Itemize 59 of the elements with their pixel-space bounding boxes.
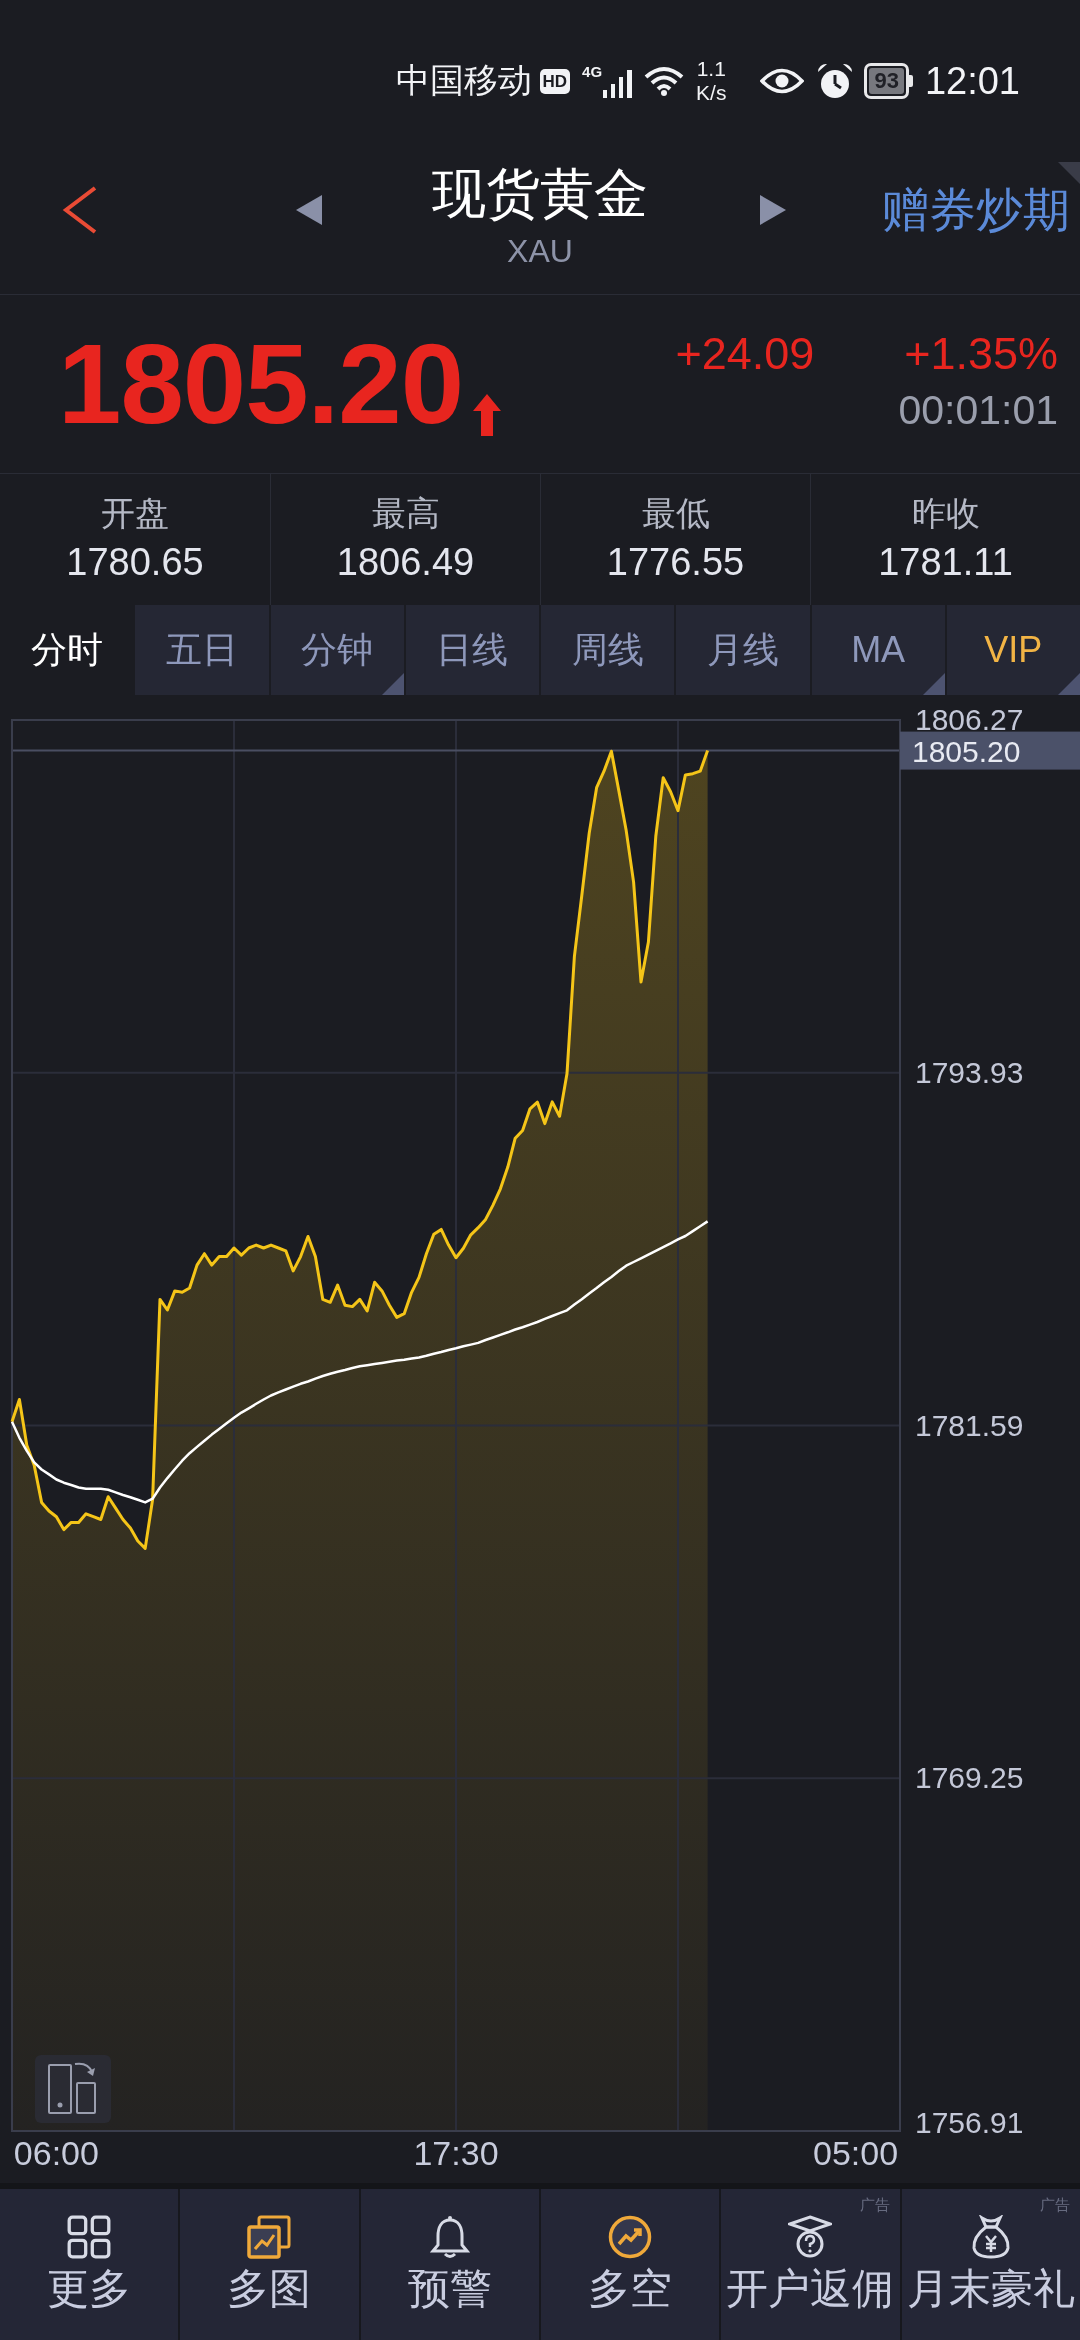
back-icon[interactable] <box>62 185 98 235</box>
stat-label: 昨收 <box>911 493 980 535</box>
stat-value: 1776.55 <box>606 540 745 586</box>
price-change: +24.09 <box>675 327 815 380</box>
stacked-charts-icon <box>247 2215 292 2260</box>
stat-value: 1781.11 <box>878 540 1013 586</box>
wifi-icon <box>644 66 685 96</box>
y-axis-label: 1769.25 <box>915 1761 1024 1795</box>
percent-change: +1.35% <box>904 327 1058 380</box>
chart-tab[interactable]: MA <box>811 605 945 695</box>
symbol-code: XAU <box>507 232 573 271</box>
chart-tab[interactable]: 日线 <box>405 605 539 695</box>
nav-button[interactable]: 更多 <box>0 2189 179 2340</box>
alarm-clock-icon <box>816 62 855 100</box>
speed-unit: K/s <box>696 81 727 105</box>
nav-button[interactable]: 多空 <box>541 2189 720 2340</box>
x-axis-label: 06:00 <box>13 2134 99 2172</box>
stat-label: 开盘 <box>101 493 169 535</box>
nav-button[interactable]: 预警 <box>360 2189 539 2340</box>
rotate-screen-icon[interactable] <box>35 2055 111 2123</box>
battery-indicator: 93 <box>864 63 913 99</box>
y-axis-label: 1756.91 <box>915 2106 1024 2139</box>
left-triangle-icon[interactable] <box>296 195 322 225</box>
cap-question-icon <box>788 2215 833 2260</box>
stat-value: 1806.49 <box>336 540 475 586</box>
y-axis-label: 1781.59 <box>915 1408 1024 1442</box>
hd-badge: HD <box>539 68 571 94</box>
stat-label: 最低 <box>641 493 710 535</box>
stat-label: 最高 <box>371 493 440 535</box>
current-price: 1805.20 <box>58 327 464 441</box>
chart-tab[interactable]: 月线 <box>676 605 810 695</box>
eye-icon <box>760 66 805 96</box>
corner-tag-icon <box>1058 162 1080 184</box>
y-axis-label: 1793.93 <box>915 1055 1024 1089</box>
chart-tab[interactable]: 分钟 <box>270 605 404 695</box>
current-price-tag: 1805.20 <box>900 731 1080 770</box>
signal-icon <box>603 70 633 98</box>
network-speed: 1.1 <box>696 57 726 81</box>
carrier-name: 中国移动 <box>395 60 532 101</box>
x-axis-label: 17:30 <box>413 2134 499 2172</box>
chart-tab[interactable]: 周线 <box>541 605 675 695</box>
ad-tag: 广告 <box>859 2197 890 2212</box>
ref-line-label: 1805.20 <box>912 734 1021 768</box>
trend-circle-icon <box>608 2215 653 2260</box>
x-axis-label: 05:00 <box>813 2134 899 2172</box>
ad-tag: 广告 <box>1040 2197 1070 2212</box>
grid-icon <box>67 2215 112 2260</box>
right-triangle-icon[interactable] <box>760 195 786 225</box>
chart-tab[interactable]: VIP <box>946 605 1080 695</box>
chart-tab[interactable]: 分时 <box>0 605 134 695</box>
stat-value: 1780.65 <box>66 540 204 586</box>
network-type: 4G <box>582 64 603 79</box>
quote-time: 00:01:01 <box>898 387 1058 435</box>
page-title: 现货黄金 <box>432 162 648 226</box>
bell-icon <box>427 2215 472 2260</box>
promo-link[interactable]: 赠券炒期 <box>882 181 1070 239</box>
chart-tab[interactable]: 五日 <box>135 605 269 695</box>
nav-button[interactable]: 多图 <box>180 2189 359 2340</box>
clock-time: 12:01 <box>924 59 1020 103</box>
